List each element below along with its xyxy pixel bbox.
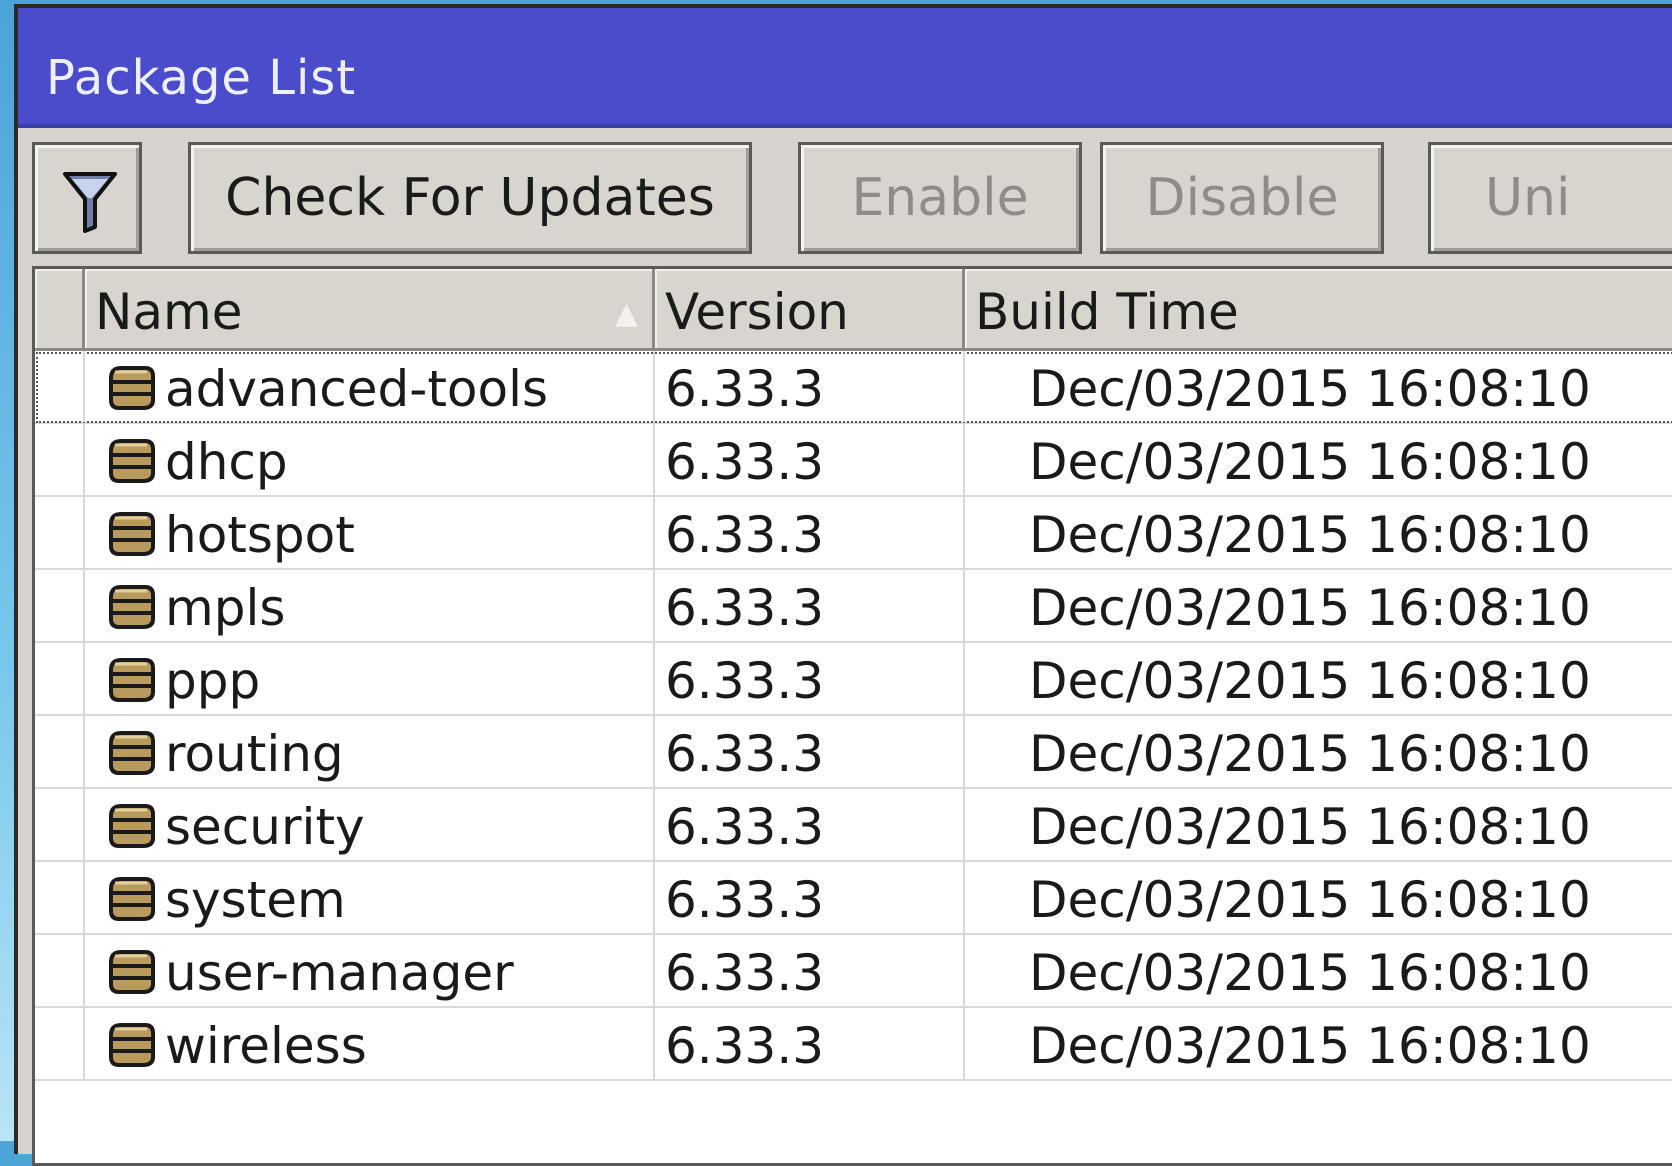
row-flag-cell — [35, 862, 85, 933]
package-name: routing — [165, 725, 344, 783]
package-name-cell: wireless — [85, 1008, 655, 1079]
package-name-cell: dhcp — [85, 424, 655, 495]
row-flag-cell — [35, 424, 85, 495]
package-name-cell: advanced-tools — [85, 351, 655, 422]
column-header-build-time[interactable]: Build Time — [965, 269, 1672, 348]
package-build-time: Dec/03/2015 16:08:10 — [1029, 433, 1591, 491]
row-flag-cell — [35, 643, 85, 714]
table-body: advanced-tools 6.33.3 Dec/03/2015 16:08:10… — [35, 351, 1672, 1081]
toolbar: Check For Updates Enable Disable Uni — [18, 128, 1672, 264]
package-build-time: Dec/03/2015 16:08:10 — [1029, 506, 1591, 564]
package-build-time: Dec/03/2015 16:08:10 — [1029, 1017, 1591, 1075]
row-flag-cell — [35, 789, 85, 860]
window-title: Package List — [46, 50, 357, 106]
package-name-cell: hotspot — [85, 497, 655, 568]
package-name-cell: routing — [85, 716, 655, 787]
package-version: 6.33.3 — [655, 716, 965, 787]
package-version: 6.33.3 — [655, 570, 965, 641]
table-row[interactable]: system 6.33.3 Dec/03/2015 16:08:10 — [35, 862, 1672, 935]
table-row[interactable]: ppp 6.33.3 Dec/03/2015 16:08:10 — [35, 643, 1672, 716]
disable-button[interactable]: Disable — [1100, 142, 1384, 254]
package-list-window: Package List Check For Updates Enable Di… — [14, 4, 1672, 1166]
package-version: 6.33.3 — [655, 643, 965, 714]
table-row[interactable]: hotspot 6.33.3 Dec/03/2015 16:08:10 — [35, 497, 1672, 570]
table-row[interactable]: routing 6.33.3 Dec/03/2015 16:08:10 — [35, 716, 1672, 789]
column-header-version[interactable]: Version — [655, 269, 965, 348]
row-flag-cell — [35, 497, 85, 568]
table-row[interactable]: wireless 6.33.3 Dec/03/2015 16:08:10 — [35, 1008, 1672, 1081]
package-version: 6.33.3 — [655, 789, 965, 860]
package-name: ppp — [165, 652, 261, 710]
package-name: system — [165, 871, 346, 929]
package-name: security — [165, 798, 365, 856]
row-flag-cell — [35, 716, 85, 787]
package-name: mpls — [165, 579, 286, 637]
uninstall-button[interactable]: Uni — [1428, 142, 1672, 254]
table-row[interactable]: advanced-tools 6.33.3 Dec/03/2015 16:08:10 — [35, 351, 1672, 424]
package-version: 6.33.3 — [655, 1008, 965, 1079]
package-build-time: Dec/03/2015 16:08:10 — [1029, 652, 1591, 710]
package-build-time: Dec/03/2015 16:08:10 — [1029, 871, 1591, 929]
package-version: 6.33.3 — [655, 424, 965, 495]
package-build-time: Dec/03/2015 16:08:10 — [1029, 579, 1591, 637]
package-version: 6.33.3 — [655, 862, 965, 933]
package-version: 6.33.3 — [655, 935, 965, 1006]
package-build-time: Dec/03/2015 16:08:10 — [1029, 944, 1591, 1002]
column-header-name[interactable]: Name ▲ — [85, 269, 655, 348]
package-name-cell: ppp — [85, 643, 655, 714]
column-header-name-label: Name — [95, 283, 243, 341]
package-table: Name ▲ Version Build Time advanced-tools… — [32, 266, 1672, 1166]
row-flag-cell — [35, 570, 85, 641]
package-name: advanced-tools — [165, 360, 549, 418]
table-row[interactable]: mpls 6.33.3 Dec/03/2015 16:08:10 — [35, 570, 1672, 643]
package-build-time: Dec/03/2015 16:08:10 — [1029, 725, 1591, 783]
window-titlebar[interactable]: Package List — [18, 8, 1672, 128]
package-name: hotspot — [165, 506, 355, 564]
package-build-time: Dec/03/2015 16:08:10 — [1029, 798, 1591, 856]
package-build-time: Dec/03/2015 16:08:10 — [1029, 360, 1591, 418]
package-name-cell: user-manager — [85, 935, 655, 1006]
filter-icon — [63, 172, 117, 233]
row-flag-cell — [35, 1008, 85, 1079]
package-name: wireless — [165, 1017, 367, 1075]
package-version: 6.33.3 — [655, 351, 965, 422]
sort-ascending-icon: ▲ — [614, 296, 638, 331]
check-for-updates-button[interactable]: Check For Updates — [188, 142, 752, 254]
table-row[interactable]: user-manager 6.33.3 Dec/03/2015 16:08:10 — [35, 935, 1672, 1008]
row-flag-cell — [35, 935, 85, 1006]
column-header-version-label: Version — [665, 283, 849, 341]
column-header-build-time-label: Build Time — [975, 283, 1239, 341]
table-row[interactable]: dhcp 6.33.3 Dec/03/2015 16:08:10 — [35, 424, 1672, 497]
package-name-cell: security — [85, 789, 655, 860]
package-name: dhcp — [165, 433, 288, 491]
enable-button[interactable]: Enable — [798, 142, 1082, 254]
column-header-flag[interactable] — [35, 269, 85, 348]
filter-button[interactable] — [32, 142, 142, 254]
row-flag-cell — [35, 351, 85, 422]
package-name: user-manager — [165, 944, 514, 1002]
package-version: 6.33.3 — [655, 497, 965, 568]
package-name-cell: system — [85, 862, 655, 933]
package-name-cell: mpls — [85, 570, 655, 641]
package-icon — [105, 1016, 157, 1092]
table-header: Name ▲ Version Build Time — [35, 269, 1672, 351]
table-row[interactable]: security 6.33.3 Dec/03/2015 16:08:10 — [35, 789, 1672, 862]
